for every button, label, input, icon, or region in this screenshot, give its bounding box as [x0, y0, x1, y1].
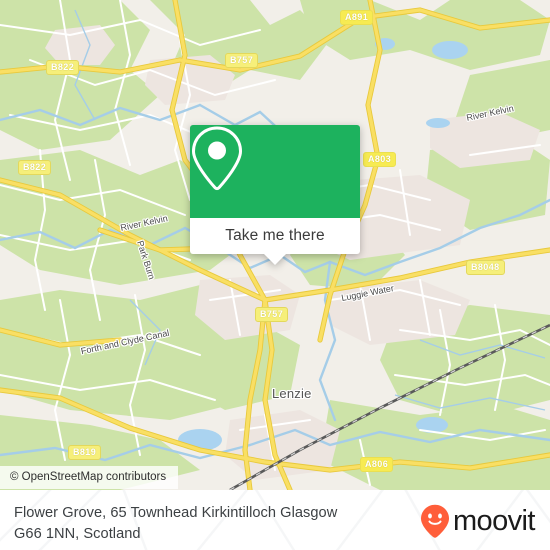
road-shield-b757-south: B757 — [255, 307, 289, 322]
road-shield-b822-west: B822 — [18, 160, 52, 175]
address-line-2: G66 1NN, Scotland — [14, 526, 141, 542]
address-line-1: Flower Grove, 65 Townhead Kirkintilloch … — [14, 505, 338, 521]
road-shield-b757-north: B757 — [225, 53, 259, 68]
road-shield-a803: A803 — [363, 152, 397, 167]
moovit-logo[interactable]: moovit — [420, 504, 535, 538]
road-shield-b8048: B8048 — [466, 260, 505, 275]
address-block: Flower Grove, 65 Townhead Kirkintilloch … — [14, 503, 394, 545]
take-me-there-label: Take me there — [225, 227, 325, 244]
footer-bar: Flower Grove, 65 Townhead Kirkintilloch … — [0, 490, 550, 550]
map-canvas[interactable]: A891 B757 B822 B822 A803 B8048 B757 B819… — [0, 0, 550, 490]
road-shield-b819: B819 — [68, 445, 102, 460]
road-shield-b822-north: B822 — [46, 60, 80, 75]
label-lenzie: Lenzie — [272, 386, 312, 401]
osm-attribution[interactable]: © OpenStreetMap contributors — [0, 466, 179, 489]
location-pin-icon — [191, 126, 243, 191]
callout-pointer — [264, 254, 286, 265]
callout-action[interactable]: Take me there — [190, 218, 360, 254]
moovit-pin-smiley-icon — [421, 504, 449, 538]
callout-header — [190, 125, 360, 218]
moovit-wordmark: moovit — [453, 504, 535, 537]
location-callout-card[interactable]: Take me there — [190, 125, 360, 265]
road-shield-a891: A891 — [340, 10, 374, 25]
road-shield-a806: A806 — [360, 457, 394, 472]
map-screenshot: A891 B757 B822 B822 A803 B8048 B757 B819… — [0, 0, 550, 550]
